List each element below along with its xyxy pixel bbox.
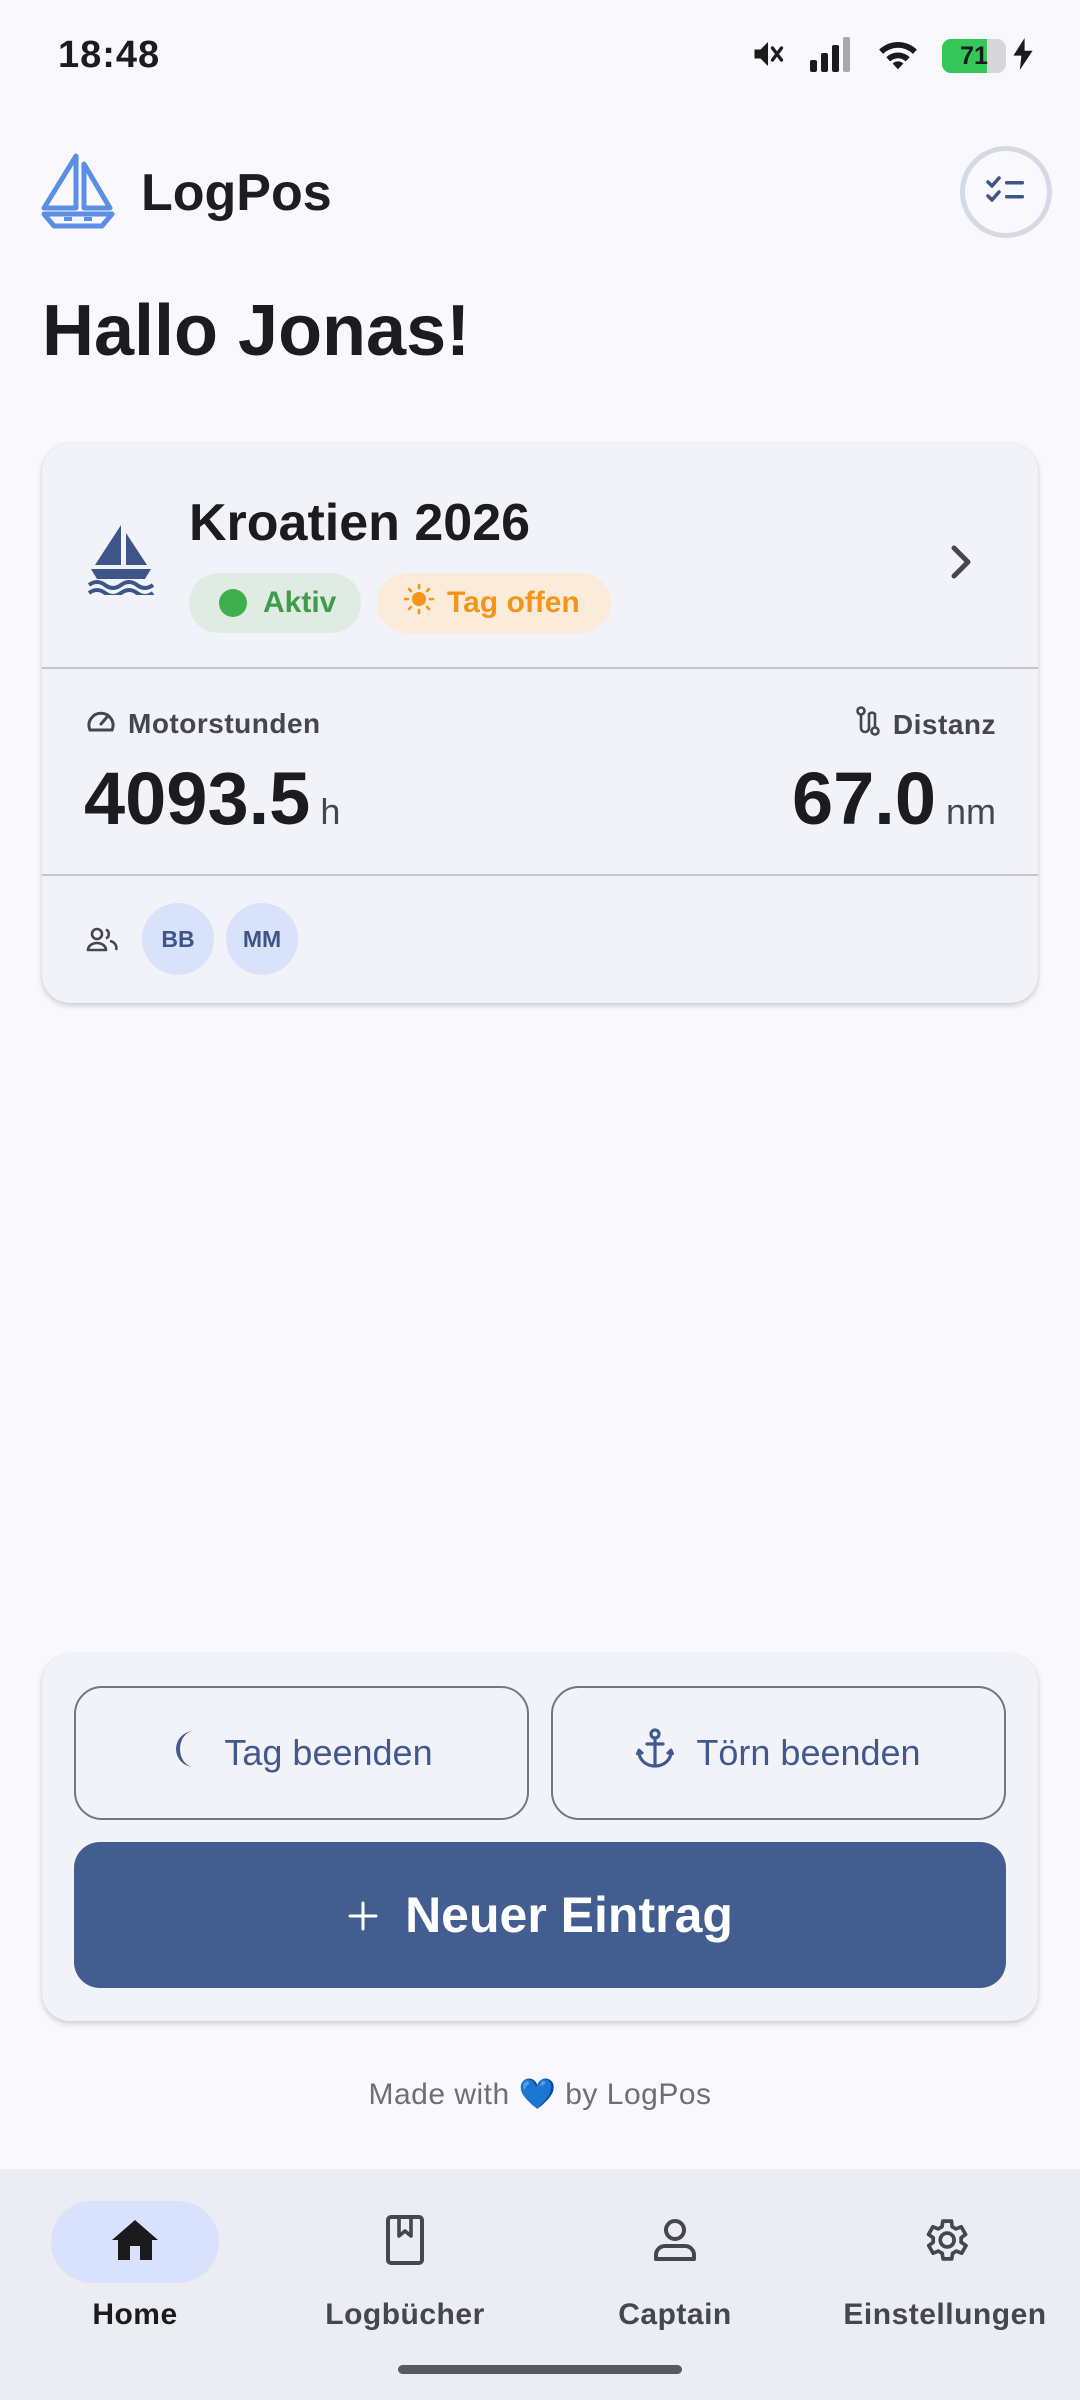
footer-suffix: by LogPos	[565, 2078, 712, 2111]
card-divider	[42, 667, 1038, 669]
footer-note: Made with 💙 by LogPos	[0, 2077, 1080, 2112]
nav-item-logbooks[interactable]: Logbücher	[270, 2185, 540, 2345]
trip-card[interactable]: Kroatien 2026 Aktiv Tag offen Motorstund…	[42, 443, 1038, 1003]
end-trip-button[interactable]: Törn beenden	[551, 1686, 1006, 1820]
active-dot-icon	[219, 589, 247, 617]
nav-active-indicator	[51, 2201, 219, 2283]
chevron-right-icon[interactable]	[942, 540, 982, 584]
engine-hours-text: Motorstunden	[128, 707, 321, 739]
card-divider	[42, 874, 1038, 876]
home-indicator[interactable]	[398, 2365, 682, 2374]
battery-level: 71	[960, 41, 988, 70]
logbook-icon	[385, 2214, 425, 2271]
sailboat-icon	[87, 523, 155, 598]
signal-icon	[808, 36, 854, 77]
engine-hours-unit: h	[320, 791, 341, 832]
battery-icon: 71	[942, 39, 1006, 73]
new-entry-button[interactable]: Neuer Eintrag	[74, 1842, 1006, 1988]
day-chip-label: Tag offen	[447, 586, 580, 619]
nav-item-captain[interactable]: Captain	[540, 2185, 810, 2345]
mute-icon	[750, 36, 786, 77]
route-icon	[855, 706, 881, 743]
engine-hours-label: Motorstunden	[86, 706, 321, 741]
distance-label: Distanz	[855, 706, 996, 743]
greeting-title: Hallo Jonas!	[42, 291, 471, 371]
status-chip-label: Aktiv	[263, 586, 337, 619]
moon-icon	[170, 1729, 202, 1778]
nav-item-home[interactable]: Home	[0, 2185, 270, 2345]
home-icon	[110, 2218, 160, 2267]
distance-text: Distanz	[892, 708, 996, 740]
trip-card-header[interactable]: Kroatien 2026 Aktiv Tag offen	[42, 443, 1038, 667]
end-trip-label: Törn beenden	[696, 1732, 921, 1773]
heart-icon: 💙	[518, 2078, 557, 2111]
wifi-icon	[876, 36, 920, 77]
action-panel: Tag beenden Törn beenden Neuer Eintrag	[42, 1654, 1038, 2021]
end-day-label: Tag beenden	[224, 1732, 433, 1773]
sun-icon	[403, 583, 435, 623]
checklist-button[interactable]	[960, 146, 1052, 238]
crew-avatar[interactable]: BB	[142, 903, 214, 975]
speedometer-icon	[86, 706, 116, 741]
nav-item-settings[interactable]: Einstellungen	[810, 2185, 1080, 2345]
status-time: 18:48	[58, 34, 161, 76]
engine-hours-number: 4093.5	[84, 757, 311, 840]
distance-value: 67.0 nm	[792, 756, 996, 841]
person-icon	[652, 2217, 698, 2268]
footer-prefix: Made with	[368, 2078, 510, 2111]
nav-label-home: Home	[92, 2298, 178, 2331]
anchor-icon	[636, 1727, 675, 1779]
nav-label-settings: Einstellungen	[843, 2298, 1047, 2331]
status-icons: 71	[750, 34, 1034, 78]
new-entry-label: Neuer Eintrag	[405, 1887, 733, 1943]
engine-hours-value: 4093.5 h	[84, 756, 340, 841]
crew-avatar[interactable]: MM	[226, 903, 298, 975]
nav-label-logbooks: Logbücher	[325, 2298, 485, 2331]
gear-icon	[919, 2214, 971, 2271]
status-chip-active: Aktiv	[189, 573, 361, 633]
plus-icon	[347, 1886, 379, 1944]
status-bar: 18:48 71	[0, 0, 1080, 110]
trip-name: Kroatien 2026	[189, 494, 531, 552]
checklist-icon	[986, 174, 1026, 211]
day-open-chip: Tag offen	[377, 573, 611, 633]
end-day-button[interactable]: Tag beenden	[74, 1686, 529, 1820]
nav-label-captain: Captain	[618, 2298, 732, 2331]
distance-unit: nm	[945, 791, 996, 832]
charging-icon	[1012, 37, 1034, 75]
sailboat-logo-icon	[40, 152, 116, 230]
app-name: LogPos	[141, 164, 332, 222]
crew-icon	[86, 926, 118, 957]
distance-number: 67.0	[791, 757, 936, 840]
